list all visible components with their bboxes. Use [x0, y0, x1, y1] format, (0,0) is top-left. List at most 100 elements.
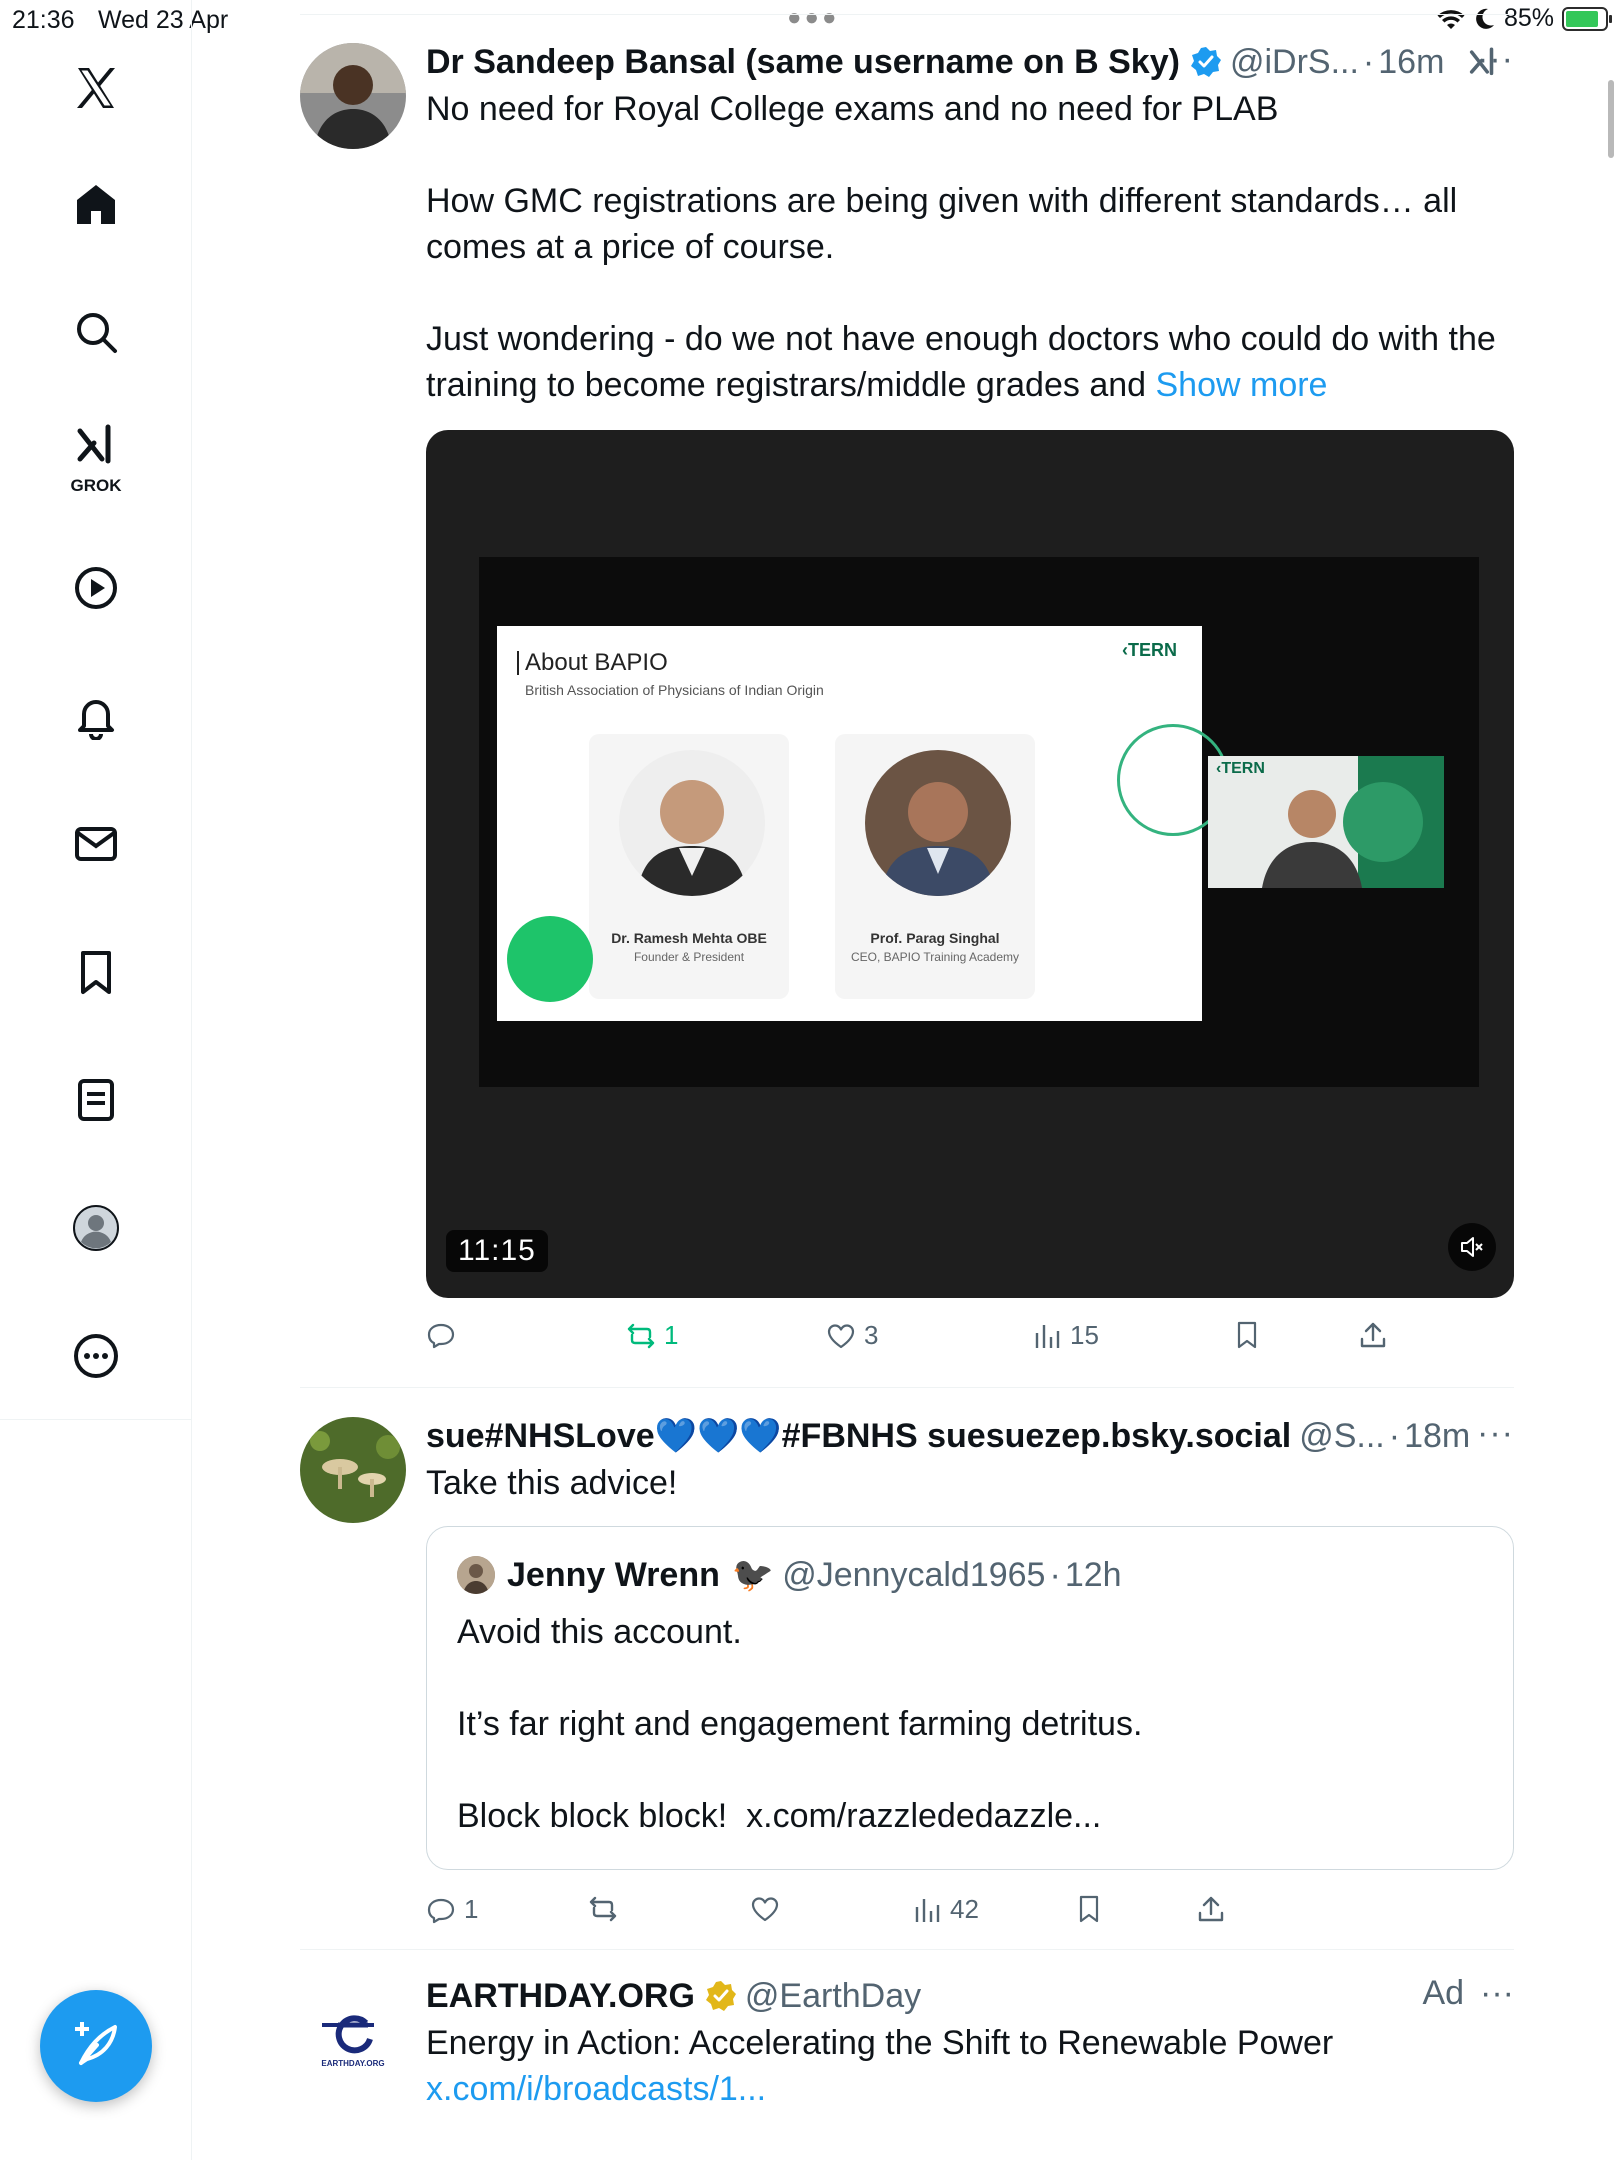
- share-button[interactable]: [1196, 1894, 1226, 1924]
- grok-label: GROK: [70, 476, 122, 495]
- sidebar-item-profile[interactable]: [56, 1188, 136, 1268]
- views-icon: [915, 1898, 940, 1922]
- earthday-logo-text: EARTHDAY.ORG: [321, 2059, 385, 2068]
- post-earthday-ad[interactable]: EARTHDAY.ORG EARTHDAY.ORG @EarthDay Ad ··…: [300, 1974, 1514, 2160]
- post-header: sue#NHSLove💙💙💙#FBNHS suesuezep.bsky.soci…: [426, 1416, 1471, 1456]
- avatar[interactable]: [300, 1417, 406, 1523]
- slide-card: Dr. Ramesh Mehta OBE Founder & President: [589, 734, 789, 999]
- repost-button[interactable]: 1: [626, 1320, 678, 1351]
- decorative-circle: [507, 916, 593, 1002]
- post-actions: 1 42: [426, 1894, 1514, 1934]
- sidebar-item-home[interactable]: [56, 164, 136, 244]
- quote-author-name[interactable]: Jenny Wrenn: [507, 1556, 720, 1595]
- author-name[interactable]: Dr Sandeep Bansal (same username on B Sk…: [426, 43, 1180, 82]
- repost-count: 1: [664, 1320, 679, 1350]
- author-name[interactable]: sue#NHSLove💙💙💙#FBNHS suesuezep.bsky.soci…: [426, 1416, 1291, 1456]
- quoted-post[interactable]: Jenny Wrenn 🐦‍⬛ @Jennycald1965 · 12h Avo…: [426, 1526, 1514, 1870]
- sidebar-item-messages[interactable]: [56, 804, 136, 884]
- post-time[interactable]: 18m: [1404, 1417, 1470, 1456]
- lists-icon: [78, 1079, 114, 1121]
- avatar[interactable]: [300, 43, 406, 149]
- share-icon: [1360, 1322, 1386, 1348]
- views-icon: [1035, 1324, 1060, 1348]
- person-photo: [619, 750, 765, 896]
- post-text: Take this advice!: [426, 1464, 678, 1502]
- sidebar-item-notifications[interactable]: [56, 676, 136, 756]
- like-button[interactable]: 3: [826, 1320, 878, 1351]
- avatar[interactable]: EARTHDAY.ORG: [300, 1979, 406, 2085]
- author-handle[interactable]: @iDrS...: [1230, 43, 1359, 82]
- post-more-icon[interactable]: ···: [1477, 1414, 1514, 1453]
- card-name: Dr. Ramesh Mehta OBE: [611, 930, 767, 946]
- sidebar-item-x-logo[interactable]: [56, 48, 136, 128]
- bookmark-icon: [81, 951, 111, 994]
- post-text-body: No need for Royal College exams and no n…: [426, 90, 1496, 404]
- moon-icon: [1476, 8, 1494, 29]
- quote-header: Jenny Wrenn 🐦‍⬛ @Jennycald1965 · 12h: [457, 1553, 1122, 1597]
- repost-icon: [627, 1323, 655, 1348]
- bookmark-icon: [1079, 1895, 1099, 1923]
- grok-icon: [77, 424, 111, 464]
- views-button[interactable]: 15: [1032, 1320, 1099, 1351]
- speaker-thumbnail: ‹TERN: [1208, 756, 1444, 888]
- compose-button[interactable]: [40, 1990, 152, 2102]
- views-count: 42: [950, 1894, 979, 1924]
- battery-icon: [1562, 6, 1612, 31]
- show-more-link[interactable]: Show more: [1156, 366, 1328, 404]
- card-title: Founder & President: [633, 950, 745, 964]
- post-text: No need for Royal College exams and no n…: [426, 86, 1514, 408]
- compose-icon: [75, 2022, 117, 2065]
- sidebar-item-video[interactable]: [56, 548, 136, 628]
- ad-label[interactable]: Ad ···: [1422, 1974, 1514, 2013]
- multitasking-dots-icon[interactable]: ●●●: [787, 4, 840, 32]
- like-button[interactable]: [750, 1894, 788, 1924]
- reply-count: 1: [464, 1894, 479, 1924]
- verified-gold-badge-icon: [705, 1981, 736, 2011]
- sidebar-item-search[interactable]: [56, 292, 136, 372]
- views-button[interactable]: 42: [912, 1894, 979, 1925]
- post-more-icon[interactable]: ···: [1477, 40, 1514, 79]
- sidebar-item-more[interactable]: [56, 1316, 136, 1396]
- profile-icon: [73, 1205, 119, 1251]
- slide-logo-text: TERN: [1128, 640, 1177, 660]
- x-logo-icon: [77, 68, 115, 108]
- speaker-logo: ‹TERN: [1216, 760, 1265, 777]
- mute-button[interactable]: [1448, 1223, 1496, 1271]
- author-name[interactable]: EARTHDAY.ORG: [426, 1977, 695, 2016]
- author-handle[interactable]: @EarthDay: [745, 1977, 921, 2016]
- post-sandeep-bansal[interactable]: Dr Sandeep Bansal (same username on B Sk…: [300, 40, 1514, 1350]
- quote-avatar: [457, 1556, 495, 1594]
- broadcast-link[interactable]: x.com/i/broadcasts/1...: [426, 2066, 1514, 2112]
- repost-button[interactable]: [588, 1894, 626, 1924]
- wifi-icon: [1437, 9, 1465, 29]
- ad-label-text: Ad: [1422, 1974, 1465, 2012]
- post-more-icon[interactable]: ···: [1480, 1974, 1514, 2012]
- sidebar-item-grok[interactable]: [56, 414, 136, 476]
- reply-button[interactable]: 1: [426, 1894, 478, 1925]
- bookmark-button[interactable]: [1074, 1894, 1104, 1924]
- author-handle[interactable]: @S...: [1299, 1417, 1385, 1456]
- slide-logo: ‹TERN: [1122, 640, 1177, 660]
- quote-author-handle[interactable]: @Jennycald1965: [782, 1556, 1045, 1595]
- slide-title: About BAPIO: [517, 651, 668, 675]
- notifications-icon: [78, 700, 114, 740]
- sidebar-item-bookmarks[interactable]: [56, 932, 136, 1012]
- bookmark-icon: [1237, 1321, 1257, 1349]
- post-time[interactable]: 16m: [1378, 43, 1444, 82]
- sidebar-item-lists[interactable]: [56, 1060, 136, 1140]
- bookmark-button[interactable]: [1232, 1320, 1262, 1350]
- scrollbar-thumb[interactable]: [1608, 80, 1614, 158]
- card-name: Prof. Parag Singhal: [870, 930, 1000, 946]
- post-sue[interactable]: sue#NHSLove💙💙💙#FBNHS suesuezep.bsky.soci…: [300, 1414, 1514, 1934]
- share-button[interactable]: [1358, 1320, 1388, 1350]
- slide-subtitle: British Association of Physicians of Ind…: [525, 682, 824, 698]
- search-icon: [77, 313, 117, 353]
- muted-speaker-icon: [1461, 1237, 1483, 1257]
- post-header: EARTHDAY.ORG @EarthDay: [426, 1974, 1514, 2018]
- quote-text: Avoid this account. It’s far right and e…: [457, 1613, 1143, 1835]
- reply-button[interactable]: [426, 1320, 464, 1350]
- post-text: Energy in Action: Accelerating the Shift…: [426, 2024, 1334, 2062]
- person-photo: [865, 750, 1011, 896]
- video-player[interactable]: About BAPIO British Association of Physi…: [426, 430, 1514, 1298]
- video-duration: 11:15: [446, 1230, 548, 1272]
